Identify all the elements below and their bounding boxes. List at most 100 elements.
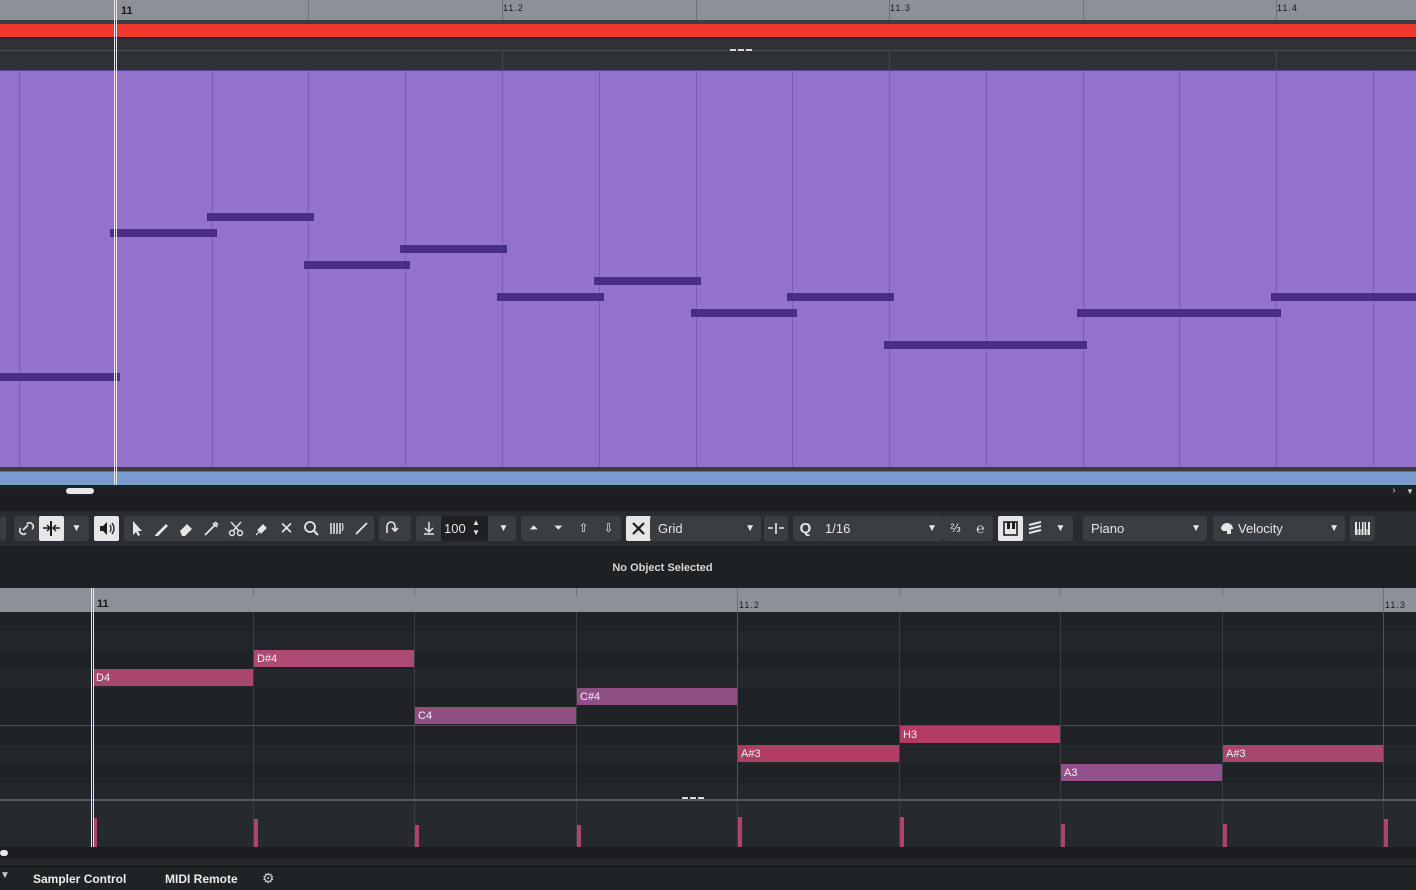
draw-icon[interactable] (149, 516, 174, 541)
erase-icon[interactable] (174, 516, 199, 541)
velocity-lane[interactable] (0, 801, 1416, 847)
tab-midi-remote[interactable]: MIDI Remote (165, 872, 238, 886)
tab-sampler-control[interactable]: Sampler Control (33, 872, 126, 886)
chevron-down-icon[interactable]: ▼ (491, 516, 516, 541)
velocity-bar[interactable] (738, 817, 742, 847)
part-note (884, 341, 1087, 349)
midi-note[interactable]: C4 (415, 707, 576, 724)
grid-line (502, 71, 503, 468)
insert-velocity-icon (416, 516, 441, 541)
acoustic-feedback-group (94, 516, 119, 541)
split-scissors-icon[interactable] (224, 516, 249, 541)
cycle-range-bar[interactable] (0, 24, 1416, 37)
transpose-down-icon[interactable]: ⇩ (596, 516, 621, 541)
snap-zero-group (764, 516, 788, 541)
snap-zero-crossing-icon[interactable] (764, 516, 788, 541)
transpose-up-icon[interactable]: ⇧ (571, 516, 596, 541)
move-up-icon[interactable]: ⏶ (521, 516, 546, 541)
ruler-beat-label: 11.2 (739, 600, 760, 610)
arrange-ruler[interactable]: 11 11.2 11.3 11.4 (0, 0, 1416, 20)
link-group: ▼ (14, 516, 89, 541)
editor-mode-dropdown[interactable]: Piano ▼ (1083, 516, 1207, 541)
midi-note[interactable]: C#4 (577, 688, 737, 705)
chevron-down-icon: ▼ (927, 523, 937, 534)
ruler-tick (1060, 588, 1061, 596)
note-display[interactable]: D4 D#4 C4 C#4 A#3 H3 A3 A#3 (0, 612, 1416, 799)
mute-x-icon[interactable]: ✕ (274, 516, 299, 541)
velocity-bar[interactable] (1223, 824, 1227, 847)
note-display-icon[interactable] (998, 516, 1023, 541)
zoom-icon[interactable] (299, 516, 324, 541)
ruler-tick (1383, 588, 1384, 612)
swing-icon[interactable]: ℮ (968, 516, 993, 541)
grid-line (212, 71, 213, 468)
midi-note[interactable]: D4 (93, 669, 253, 686)
velocity-bar[interactable] (415, 825, 419, 847)
arrange-horizontal-scrollbar[interactable] (0, 485, 1416, 497)
velocity-bar[interactable] (1061, 824, 1065, 847)
ruler-tick (414, 588, 415, 596)
midi-note[interactable]: H3 (900, 726, 1060, 743)
playhead-cursor[interactable] (91, 588, 94, 847)
part-note (304, 261, 410, 269)
iterative-quantize-icon[interactable]: ⅔ (943, 516, 968, 541)
ruler-bar-label: 11 (121, 5, 133, 17)
trim-icon[interactable] (199, 516, 224, 541)
part-note (110, 229, 217, 237)
quantize-options-group: ⅔ ℮ (943, 516, 993, 541)
zone-resize-handle[interactable] (730, 49, 752, 53)
chevron-down-icon[interactable]: ▼ (1048, 516, 1073, 541)
ruler-tick (696, 0, 697, 20)
part-note (1077, 309, 1281, 317)
stepper-icon[interactable]: ▲ ▼ (470, 516, 482, 543)
transpose-group: ⏶ ⏷ ⇧ ⇩ (521, 516, 621, 541)
chevron-down-icon: ▼ (1329, 523, 1339, 534)
editor-horizontal-scrollbar[interactable] (0, 847, 1416, 859)
editor-ruler[interactable]: 11 11.2 11.3 (0, 588, 1416, 612)
quantize-preset-value: 1/16 (825, 521, 851, 536)
midi-note[interactable]: A#3 (738, 745, 899, 762)
object-selection-icon[interactable] (124, 516, 149, 541)
marker-lane[interactable] (0, 37, 1416, 71)
line-tool-icon[interactable] (324, 516, 349, 541)
midi-note[interactable]: A#3 (1223, 745, 1383, 762)
gear-icon[interactable]: ⚙ (262, 870, 275, 887)
loop-arrow-icon[interactable] (379, 516, 404, 541)
snap-type-dropdown[interactable]: Grid ▼ (650, 516, 761, 541)
midi-part[interactable] (0, 70, 1416, 468)
playhead-cursor[interactable] (114, 0, 117, 485)
ruler-beat-label: 11.3 (890, 3, 911, 13)
move-down-icon[interactable]: ⏷ (546, 516, 571, 541)
velocity-bar[interactable] (254, 819, 258, 847)
quantize-icon[interactable]: Q (793, 516, 818, 541)
chevron-right-icon[interactable]: › (1388, 485, 1400, 497)
midi-note[interactable]: A3 (1061, 764, 1222, 781)
grid-line (1373, 71, 1374, 468)
layers-icon[interactable] (1023, 516, 1048, 541)
link-icon[interactable] (14, 516, 39, 541)
auto-scroll-icon[interactable] (39, 516, 64, 541)
scrollbar-thumb[interactable] (0, 850, 8, 856)
chevron-down-icon[interactable]: ▼ (1404, 487, 1416, 497)
chevron-down-icon: ▼ (1191, 523, 1201, 534)
velocity-bar[interactable] (577, 825, 581, 847)
marker-grid-line (1276, 50, 1277, 71)
controller-lane-dropdown[interactable]: Velocity ▼ (1213, 516, 1345, 541)
ruler-tick (1083, 0, 1084, 20)
velocity-bar[interactable] (900, 817, 904, 847)
speaker-icon[interactable] (94, 516, 119, 541)
velocity-bar[interactable] (1384, 819, 1388, 847)
piano-keyboard-icon[interactable] (1350, 516, 1375, 541)
keyboard-group (1350, 516, 1375, 541)
chevron-down-icon[interactable]: ▼ (64, 516, 89, 541)
grid-line (986, 71, 987, 468)
snap-icon[interactable] (626, 516, 651, 541)
chevron-down-icon[interactable]: ▼ (0, 870, 10, 888)
automation-lane[interactable] (0, 471, 1416, 486)
pencil-line-icon[interactable] (349, 516, 374, 541)
glue-icon[interactable] (249, 516, 274, 541)
scrollbar-thumb[interactable] (66, 488, 94, 494)
midi-note[interactable]: D#4 (254, 650, 414, 667)
ruler-beat-label: 11.4 (1277, 3, 1298, 13)
quantize-preset-dropdown[interactable]: 1/16 ▼ (817, 516, 943, 541)
